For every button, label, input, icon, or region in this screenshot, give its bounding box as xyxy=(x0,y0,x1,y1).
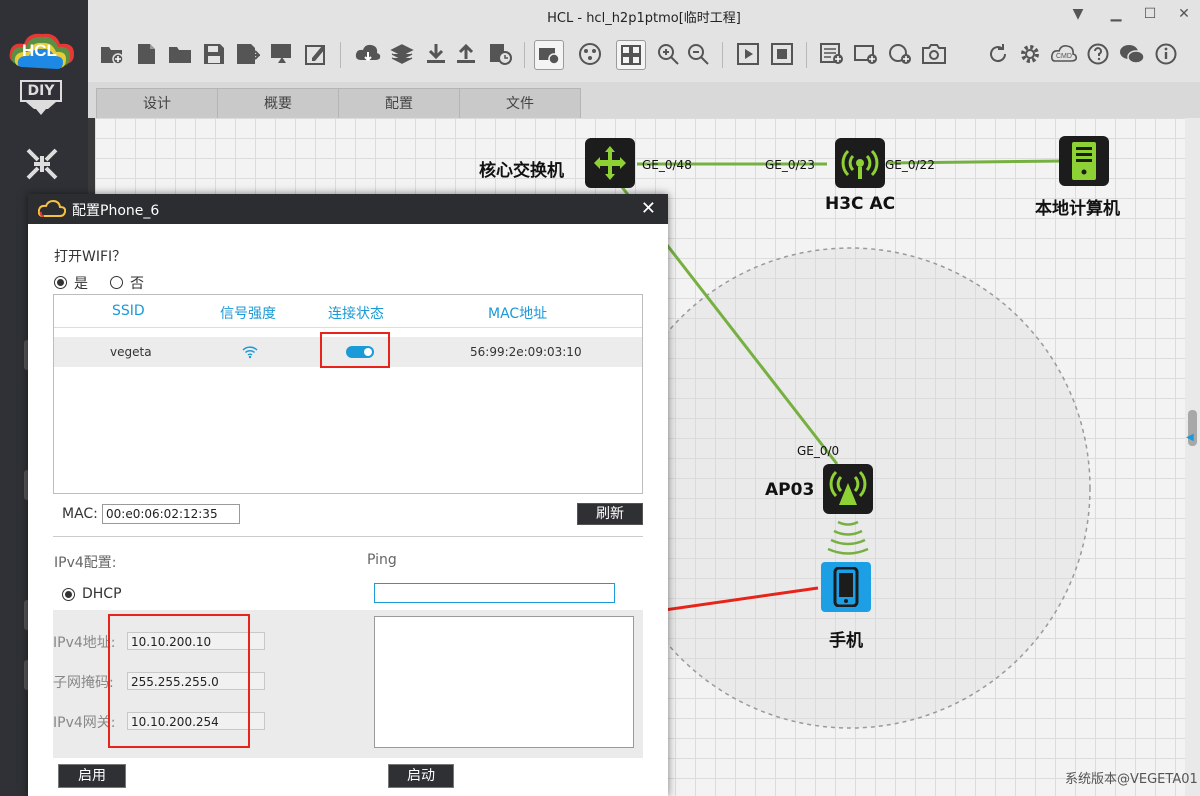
dialog-title: 配置Phone_6 xyxy=(72,203,160,219)
col-signal: 信号强度 xyxy=(220,306,276,322)
watermark-text: 系统版本@VEGETA01 xyxy=(1065,772,1198,787)
apply-button[interactable]: 启用 xyxy=(58,764,126,788)
ipv4-addr-label: IPv4地址: xyxy=(53,635,116,651)
wifi-yes-label[interactable]: 是 xyxy=(74,273,88,293)
wifi-yes-radio[interactable] xyxy=(54,276,67,289)
refresh-button[interactable]: 刷新 xyxy=(577,503,643,525)
dialog-close-icon[interactable]: ✕ xyxy=(641,198,656,219)
row-mac: 56:99:2e:09:03:10 xyxy=(470,345,582,359)
dialog-title-bar: 配置Phone_6 ✕ xyxy=(28,194,668,224)
wifi-no-label[interactable]: 否 xyxy=(130,273,144,293)
ping-input[interactable] xyxy=(374,583,615,603)
wifi-network-table: SSID 信号强度 连接状态 MAC地址 vegeta 56:99:2e:09:… xyxy=(53,294,643,494)
toggle-highlight-box xyxy=(320,332,390,368)
dhcp-label[interactable]: DHCP xyxy=(82,586,122,602)
col-ssid: SSID xyxy=(112,303,145,319)
subnet-mask-label: 子网掩码: xyxy=(53,675,114,691)
start-ping-button[interactable]: 启动 xyxy=(388,764,454,788)
wifi-signal-icon xyxy=(242,346,258,359)
mac-field[interactable]: 00:e0:06:02:12:35 xyxy=(102,504,240,524)
col-mac: MAC地址 xyxy=(488,306,548,322)
ipv4-highlight-box xyxy=(108,614,250,748)
ipv4-section-label: IPv4配置: xyxy=(54,555,117,571)
phone-config-dialog: 配置Phone_6 ✕ 打开WIFI？ 是 否 SSID 信号强度 连接状态 M… xyxy=(28,194,668,796)
dhcp-radio[interactable] xyxy=(62,588,75,601)
row-ssid: vegeta xyxy=(110,345,152,359)
ping-output-area[interactable] xyxy=(374,616,634,748)
wifi-no-radio[interactable] xyxy=(110,276,123,289)
col-status: 连接状态 xyxy=(328,306,384,322)
hcl-cloud-icon xyxy=(38,200,66,217)
ping-label: Ping xyxy=(367,552,397,568)
mac-label: MAC: xyxy=(62,506,98,522)
gateway-label: IPv4网关: xyxy=(53,715,116,731)
wifi-question: 打开WIFI？ xyxy=(54,249,127,265)
